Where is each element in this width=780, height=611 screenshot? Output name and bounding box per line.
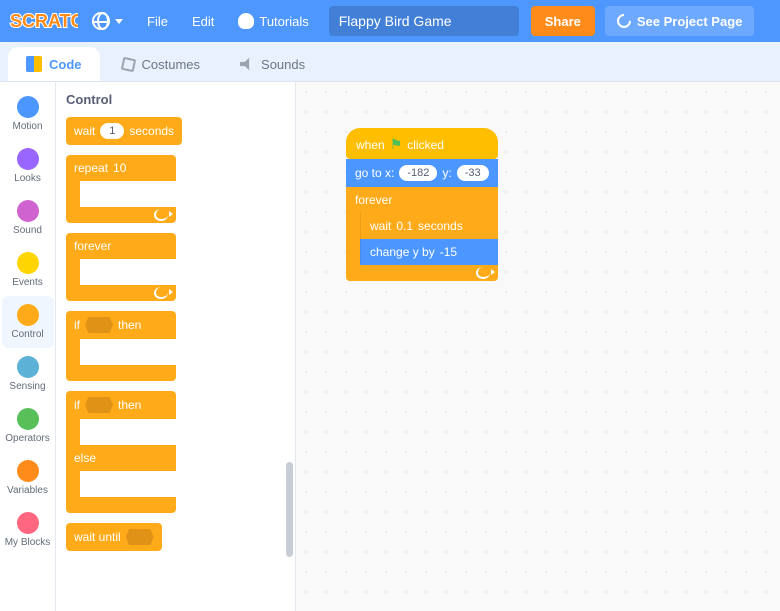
script-canvas[interactable]: when ⚑ clicked go to x: -182 y: -33 fore… xyxy=(296,82,780,611)
costumes-icon xyxy=(120,56,135,71)
tab-sounds[interactable]: Sounds xyxy=(222,47,323,81)
block-if-then-else[interactable]: ifthen else xyxy=(66,391,176,513)
tab-costumes[interactable]: Costumes xyxy=(104,47,219,81)
cat-myblocks[interactable]: My Blocks xyxy=(2,504,54,556)
cat-motion[interactable]: Motion xyxy=(2,88,54,140)
loop-arrow-icon xyxy=(154,209,168,221)
block-palette[interactable]: Control wait 1 seconds repeat10 forever … xyxy=(56,82,296,611)
project-name-field[interactable] xyxy=(329,6,519,36)
edit-menu[interactable]: Edit xyxy=(182,0,224,42)
cat-sound[interactable]: Sound xyxy=(2,192,54,244)
block-go-to-xy[interactable]: go to x: -182 y: -33 xyxy=(346,159,498,187)
block-forever-script[interactable]: forever wait 0.1 seconds change y by -15 xyxy=(346,187,498,281)
block-repeat[interactable]: repeat10 xyxy=(66,155,176,223)
sounds-icon xyxy=(240,57,254,71)
lightbulb-icon xyxy=(238,13,254,29)
sound-dot-icon xyxy=(17,200,39,222)
block-wait-script[interactable]: wait 0.1 seconds xyxy=(360,213,498,239)
goto-y-input[interactable]: -33 xyxy=(457,165,489,181)
block-change-y-by[interactable]: change y by -15 xyxy=(360,239,498,265)
block-if-then[interactable]: ifthen xyxy=(66,311,176,381)
see-project-page-button[interactable]: See Project Page xyxy=(605,6,755,36)
share-button[interactable]: Share xyxy=(531,6,595,36)
boolean-slot[interactable] xyxy=(126,529,154,545)
goto-x-input[interactable]: -182 xyxy=(399,165,437,181)
globe-icon xyxy=(92,12,110,30)
cat-control[interactable]: Control xyxy=(2,296,54,348)
looks-dot-icon xyxy=(17,148,39,170)
motion-dot-icon xyxy=(17,96,39,118)
block-wait-until[interactable]: wait until xyxy=(66,523,162,551)
wait-seconds-input[interactable]: 1 xyxy=(100,123,124,139)
palette-heading: Control xyxy=(66,92,285,107)
cat-sensing[interactable]: Sensing xyxy=(2,348,54,400)
tutorials-button[interactable]: Tutorials xyxy=(228,0,318,42)
svg-text:SCRATCH: SCRATCH xyxy=(10,11,78,31)
cat-variables[interactable]: Variables xyxy=(2,452,54,504)
code-icon xyxy=(26,56,42,72)
boolean-slot[interactable] xyxy=(85,397,113,413)
block-when-flag-clicked[interactable]: when ⚑ clicked xyxy=(346,128,498,159)
control-dot-icon xyxy=(17,304,39,326)
cat-operators[interactable]: Operators xyxy=(2,400,54,452)
myblocks-dot-icon xyxy=(17,512,39,534)
block-wait[interactable]: wait 1 seconds xyxy=(66,117,182,145)
language-menu[interactable] xyxy=(82,0,133,42)
palette-scrollbar[interactable] xyxy=(286,462,293,557)
scratch-logo[interactable]: SCRATCH xyxy=(8,7,78,35)
loop-arrow-icon xyxy=(154,287,168,299)
cat-events[interactable]: Events xyxy=(2,244,54,296)
change-y-input[interactable]: -15 xyxy=(440,245,457,259)
sensing-dot-icon xyxy=(17,356,39,378)
wait-seconds-input[interactable]: 0.1 xyxy=(396,219,413,233)
script-stack[interactable]: when ⚑ clicked go to x: -182 y: -33 fore… xyxy=(346,128,498,281)
tab-code[interactable]: Code xyxy=(8,47,100,81)
boolean-slot[interactable] xyxy=(85,317,113,333)
category-column: Motion Looks Sound Events Control Sensin… xyxy=(0,82,56,611)
caret-down-icon xyxy=(115,19,123,24)
remix-icon xyxy=(614,11,634,31)
block-forever[interactable]: forever xyxy=(66,233,176,301)
loop-arrow-icon xyxy=(476,267,490,279)
events-dot-icon xyxy=(17,252,39,274)
top-menu-bar: SCRATCH File Edit Tutorials Share See Pr… xyxy=(0,0,780,42)
green-flag-icon: ⚑ xyxy=(390,136,403,153)
variables-dot-icon xyxy=(17,460,39,482)
repeat-count-input[interactable]: 10 xyxy=(113,161,126,175)
project-name-input[interactable] xyxy=(329,6,519,36)
cat-looks[interactable]: Looks xyxy=(2,140,54,192)
editor-tabs: Code Costumes Sounds xyxy=(0,42,780,82)
file-menu[interactable]: File xyxy=(137,0,178,42)
operators-dot-icon xyxy=(17,408,39,430)
